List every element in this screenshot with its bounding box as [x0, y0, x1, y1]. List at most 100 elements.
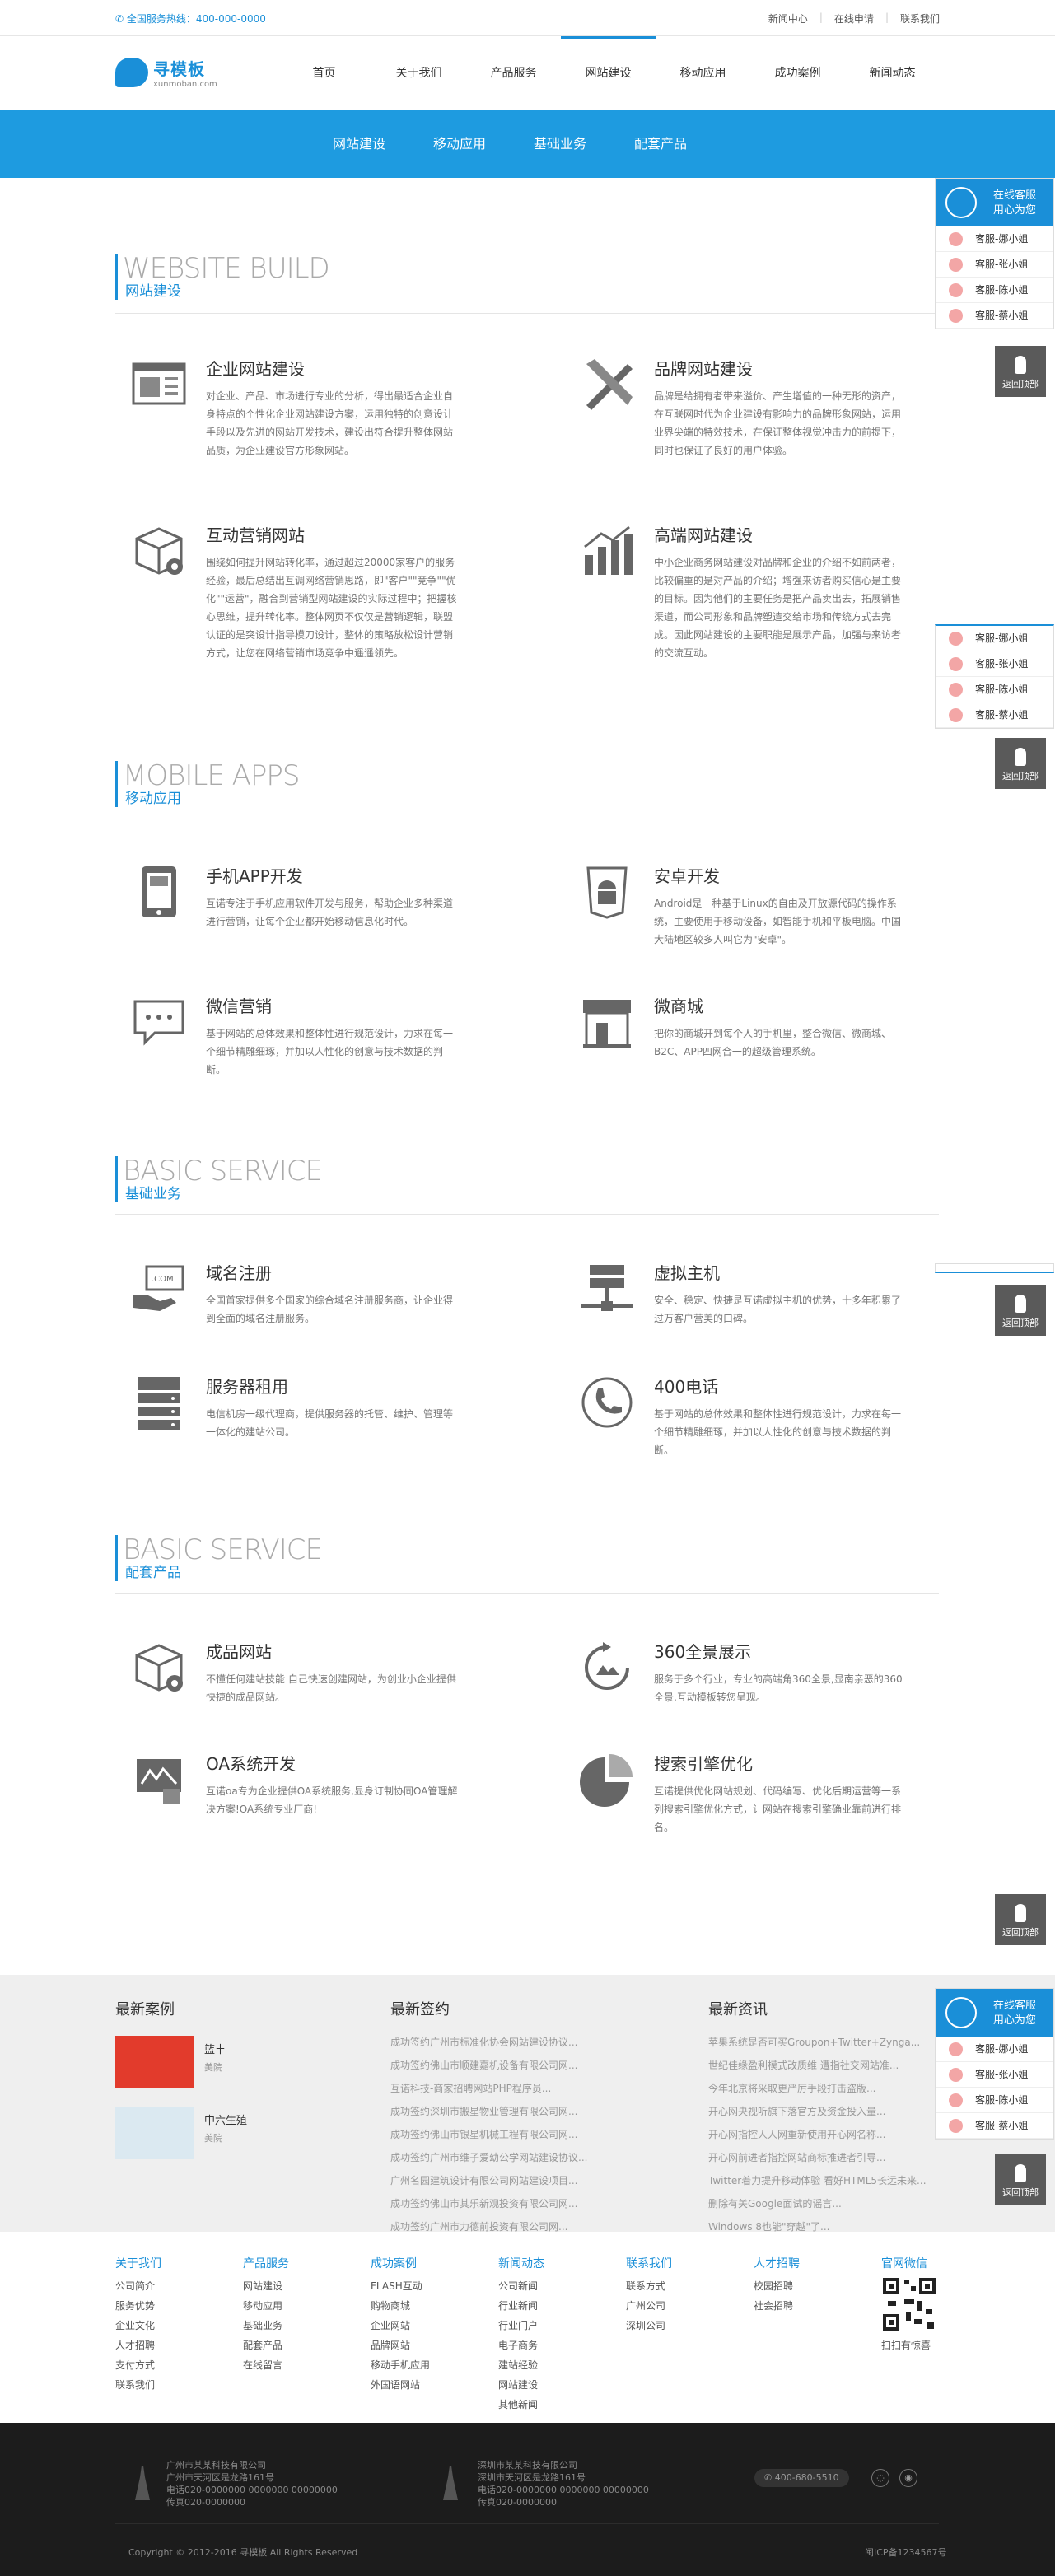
- online-service-panel: 客服-娜小姐 客服-张小姐 客服-陈小姐 客服-蔡小姐: [935, 624, 1054, 729]
- news-link[interactable]: 开心网前进者指控网站商标推进者引导...: [708, 2146, 929, 2169]
- news-link[interactable]: 成功签约广州市维子爱幼公学网站建设协议...: [390, 2146, 596, 2169]
- top-link-news[interactable]: 新闻中心: [768, 12, 808, 26]
- footer-col: 新闻动态 公司新闻 行业新闻 行业门户 电子商务 建站经验 网站建设 其他新闻: [498, 2257, 544, 2410]
- nav-cases[interactable]: 成功案例: [750, 36, 845, 110]
- news-link[interactable]: Twitter着力提升移动体验 看好HTML5长远未来...: [708, 2169, 929, 2192]
- news-link[interactable]: 成功签约深圳市搬星物业管理有限公司网...: [390, 2100, 596, 2123]
- svg-text:.COM: .COM: [152, 1275, 174, 1284]
- divider: [115, 1593, 939, 1594]
- avatar: [949, 2119, 963, 2133]
- tower-icon: [443, 2466, 458, 2500]
- latest-info: 最新资讯 苹果系统是否可买Groupon+Twitter+Zynga... 世纪…: [708, 1998, 929, 2238]
- main-nav: 首页 关于我们 产品服务 网站建设 移动应用 成功案例 新闻动态: [277, 36, 940, 110]
- chat-icon: [133, 1000, 184, 1046]
- news-link[interactable]: 今年北京将采取更严厉手段打击盗版...: [708, 2077, 929, 2100]
- staff-item[interactable]: 客服-娜小姐: [936, 226, 1053, 252]
- icp-link[interactable]: 闽ICP备1234567号: [865, 2546, 947, 2559]
- back-to-top-button[interactable]: 返回顶部: [995, 346, 1046, 397]
- news-link[interactable]: 开心网央视听旗下落官方及资金投入量...: [708, 2100, 929, 2123]
- staff-item[interactable]: 客服-张小姐: [936, 252, 1053, 278]
- avatar: [949, 632, 963, 646]
- avatar: [949, 2042, 963, 2056]
- staff-item[interactable]: 客服-陈小姐: [936, 2088, 1053, 2113]
- bar-chart-icon: [584, 525, 633, 575]
- nav-products[interactable]: 产品服务: [466, 36, 561, 110]
- logo-bubble-icon: [115, 58, 148, 87]
- sub-nav: 网站建设 移动应用 基础业务 配套产品: [0, 110, 1055, 178]
- footer: 广州市某某科技有限公司 广州市天河区是龙路161号 电话020-0000000 00…: [0, 2423, 1055, 2576]
- news-link[interactable]: 成功签约佛山市顺建嘉机设备有限公司网...: [390, 2054, 596, 2077]
- case-item[interactable]: 中六生殖 美院: [115, 2107, 362, 2172]
- staff-item[interactable]: 客服-娜小姐: [936, 626, 1053, 651]
- news-link[interactable]: 广州名园建筑设计有限公司网站建设项目...: [390, 2169, 596, 2192]
- avatar: [949, 283, 963, 297]
- wechat-icon[interactable]: ◌: [871, 2469, 889, 2487]
- top-link-apply[interactable]: 在线申请: [834, 12, 874, 26]
- domain-hand-icon: .COM: [133, 1265, 184, 1311]
- section-title: MOBILE APPS 移动应用: [115, 761, 300, 807]
- nav-mobile[interactable]: 移动应用: [656, 36, 750, 110]
- staff-item[interactable]: 客服-陈小姐: [936, 278, 1053, 303]
- nav-about[interactable]: 关于我们: [371, 36, 466, 110]
- pencil-ruler-icon: [586, 359, 633, 410]
- logo-name: 寻模板: [153, 59, 205, 79]
- staff-item[interactable]: 客服-张小姐: [936, 2062, 1053, 2088]
- phone-icon: ✆: [115, 13, 127, 25]
- rocket-icon: [1015, 2164, 1026, 2182]
- staff-item[interactable]: 客服-蔡小姐: [936, 303, 1053, 329]
- footer-links: 关于我们 公司简介 服务优势 企业文化 人才招聘 支付方式 联系我们 产品服务 网站建设移…: [0, 2232, 1055, 2423]
- back-to-top-button[interactable]: 返回顶部: [995, 1285, 1046, 1336]
- news-link[interactable]: 成功签约广州市标准化协会网站建设协议...: [390, 2031, 596, 2054]
- top-link-contact[interactable]: 联系我们: [900, 12, 940, 26]
- staff-item[interactable]: 客服-蔡小姐: [936, 702, 1053, 728]
- panorama-icon: [585, 1642, 629, 1690]
- back-to-top-button[interactable]: 返回顶部: [995, 1894, 1046, 1945]
- subnav-products[interactable]: 配套产品: [610, 110, 711, 178]
- weibo-icon[interactable]: ◉: [899, 2469, 917, 2487]
- news-link[interactable]: 成功签约佛山市银星机械工程有限公司网...: [390, 2123, 596, 2146]
- subnav-mobile[interactable]: 移动应用: [409, 110, 510, 178]
- shop-icon: [583, 1000, 631, 1048]
- divider: [115, 2523, 939, 2524]
- staff-item[interactable]: 客服-陈小姐: [936, 677, 1053, 702]
- nav-home[interactable]: 首页: [277, 36, 371, 110]
- news-link[interactable]: 删除有关Google面试的谣言...: [708, 2192, 929, 2215]
- subnav-basic[interactable]: 基础业务: [510, 110, 610, 178]
- back-to-top-button[interactable]: 返回顶部: [995, 738, 1046, 789]
- nav-news[interactable]: 新闻动态: [845, 36, 940, 110]
- hotline: ✆ 全国服务热线：400-000-0000: [115, 13, 266, 25]
- case-item[interactable]: 篮丰 美院: [115, 2036, 362, 2102]
- header: 寻模板 xunmoban.com 首页 关于我们 产品服务 网站建设 移动应用 …: [0, 36, 1055, 110]
- logo[interactable]: 寻模板 xunmoban.com: [115, 56, 217, 89]
- service-header: 在线客服 用心为您: [936, 179, 1053, 226]
- news-link[interactable]: 开心网指控人人网重新使用开心网名称...: [708, 2123, 929, 2146]
- staff-item[interactable]: 客服-娜小姐: [936, 2037, 1053, 2062]
- divider: |: [885, 12, 889, 23]
- avatar: [949, 708, 963, 722]
- news-link[interactable]: 成功签约佛山市其乐新观投资有限公司网...: [390, 2192, 596, 2215]
- online-service-panel: 在线客服 用心为您 客服-娜小姐 客服-张小姐 客服-陈小姐 客服-蔡小姐: [935, 178, 1054, 329]
- news-link[interactable]: 苹果系统是否可买Groupon+Twitter+Zynga...: [708, 2031, 929, 2054]
- news-link[interactable]: 世纪佳缘盈利模式改质维 遭指社交网站准...: [708, 2054, 929, 2077]
- avatar: [949, 232, 963, 246]
- back-to-top-button[interactable]: 返回顶部: [995, 2154, 1046, 2205]
- rocket-icon: [1015, 1904, 1026, 1922]
- latest-signing: 最新签约 成功签约广州市标准化协会网站建设协议... 成功签约佛山市顺建嘉机设备…: [390, 1998, 596, 2238]
- browser-icon: [132, 362, 186, 405]
- service-header: 在线客服 用心为您: [936, 1989, 1053, 2037]
- office-shenzhen: 深圳市某某科技有限公司 深圳市天河区是龙路161号 电话020-0000000 00…: [478, 2460, 649, 2508]
- oa-icon: [137, 1759, 181, 1804]
- subnav-website[interactable]: 网站建设: [309, 110, 409, 178]
- qr-code-icon: [881, 2276, 937, 2332]
- footer-col: 联系我们 联系方式 广州公司 深圳公司: [626, 2257, 672, 2331]
- avatar: [949, 657, 963, 671]
- news-link[interactable]: 互诺科技-商家招聘网站PHP程序员...: [390, 2077, 596, 2100]
- avatar: [949, 683, 963, 697]
- staff-item[interactable]: 客服-张小姐: [936, 651, 1053, 677]
- phone-icon: [581, 1377, 633, 1428]
- staff-item[interactable]: 客服-蔡小姐: [936, 2113, 1053, 2139]
- rocket-icon: [1015, 748, 1026, 766]
- footer-col: 产品服务 网站建设 移动应用 基础业务 配套产品 在线留言: [243, 2257, 289, 2371]
- avatar: [949, 2068, 963, 2082]
- nav-website-build[interactable]: 网站建设: [561, 36, 656, 110]
